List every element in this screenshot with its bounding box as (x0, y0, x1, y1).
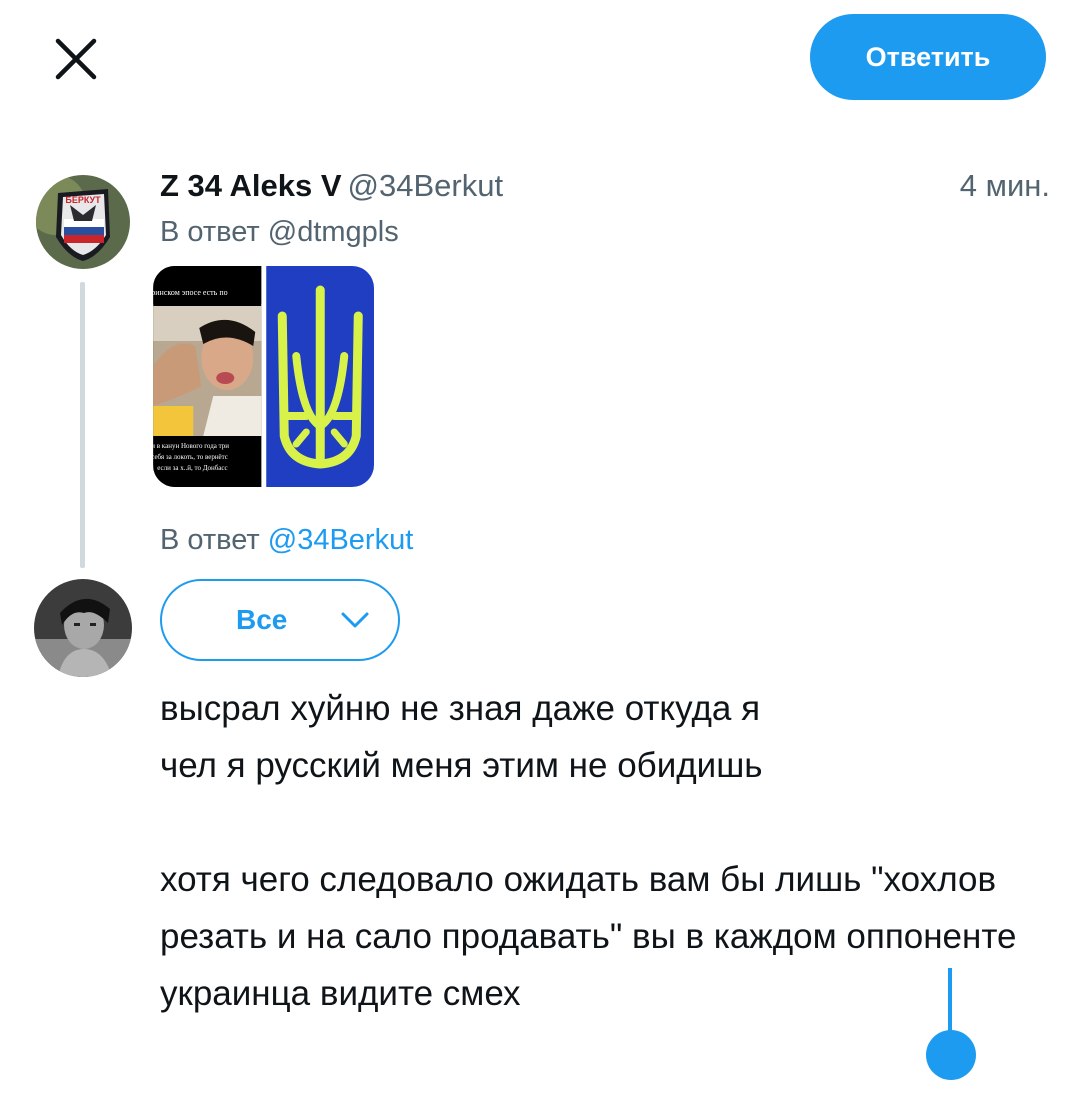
composer-replying-to-prefix: В ответ (160, 524, 260, 556)
meme-photo: ринском эпосе есть по и в канун Нового г… (153, 266, 262, 487)
audience-label: Все (236, 604, 288, 635)
reply-submit-button[interactable]: Ответить (810, 14, 1046, 100)
patch-lettering: БЕРКУТ (65, 195, 101, 205)
reply-text-input[interactable]: высрал хуйню не зная даже откуда я чел я… (160, 680, 1040, 1022)
meme-caption-line-1: и в канун Нового года три (153, 442, 229, 450)
text-cursor (948, 968, 952, 1038)
trident-image (265, 266, 374, 487)
thread-connector-line (80, 282, 85, 568)
user-photo (34, 579, 132, 677)
meme-caption-top: ринском эпосе есть по (153, 288, 228, 297)
composer-replying-to-handle[interactable]: @34Berkut (268, 524, 414, 556)
meme-caption-line-3: если за х..й, то Донбасс (157, 464, 227, 472)
author-display-name[interactable]: Z 34 Aleks V (160, 168, 342, 203)
replying-to-prefix: В ответ (160, 216, 260, 248)
berkut-patch-image: БЕРКУТ (36, 175, 130, 269)
tweet-media-grid[interactable]: ринском эпосе есть по и в канун Нового г… (153, 266, 374, 487)
tweet-timestamp[interactable]: 4 мин. (960, 168, 1050, 204)
author-handle[interactable]: @34Berkut (348, 168, 504, 203)
user-avatar[interactable] (34, 579, 132, 677)
close-icon (55, 38, 97, 80)
audience-selector-button[interactable]: Все (160, 579, 400, 661)
cursor-drag-handle[interactable] (926, 1030, 976, 1080)
composer-replying-to-line: В ответ @34Berkut (160, 524, 413, 557)
replying-to-line: В ответ @dtmgpls (160, 216, 399, 249)
meme-caption-line-2: себя за локоть, то вернётс (153, 453, 228, 461)
chevron-down-icon (341, 612, 369, 628)
tweet-header: Z 34 Aleks V @34Berkut 4 мин. (160, 168, 1050, 208)
media-image-1[interactable]: ринском эпосе есть по и в канун Нового г… (153, 266, 262, 487)
media-image-2[interactable] (265, 266, 375, 487)
close-button[interactable] (50, 33, 102, 85)
replying-to-handle[interactable]: @dtmgpls (268, 216, 399, 248)
author-avatar[interactable]: БЕРКУТ (36, 175, 130, 269)
